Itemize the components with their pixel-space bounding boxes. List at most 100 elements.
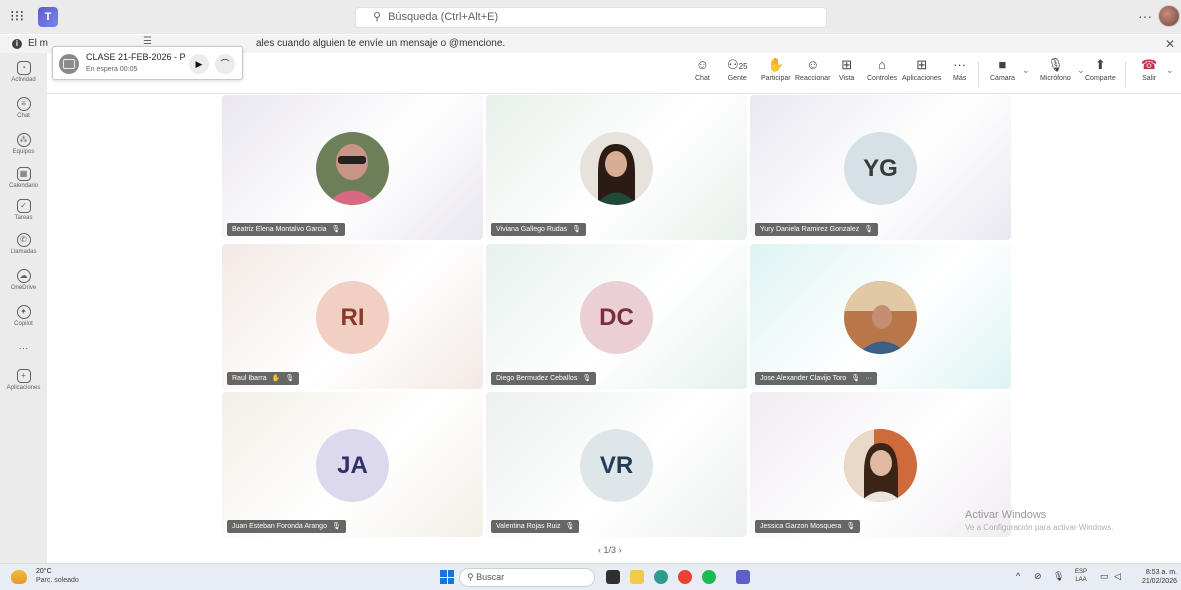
rail-item-calendar[interactable]: ▦ Calendario — [0, 167, 47, 189]
user-avatar[interactable] — [1158, 5, 1180, 27]
participant-tile[interactable]: JA Juan Esteban Foronda Arango 🎙 — [222, 392, 483, 537]
leave-options-chevron-icon[interactable]: ⌄ — [1166, 65, 1174, 76]
activation-watermark-title: Activar Windows — [965, 509, 1047, 521]
mic-tray-icon[interactable]: 🎙 — [1053, 571, 1064, 582]
toolbar-divider — [1125, 61, 1126, 87]
mic-off-icon: 🎙 — [1047, 57, 1064, 72]
rail-item-copilot[interactable]: ✦ Copilot — [0, 305, 47, 327]
rail-item-teams[interactable]: ⁂ Equipos — [0, 133, 47, 155]
language-indicator[interactable]: ESP LAA — [1075, 568, 1087, 584]
resume-button[interactable]: ▶ — [189, 54, 209, 74]
participant-initials-avatar: YG — [844, 132, 917, 205]
view-button[interactable]: ⊞ Vista — [839, 57, 854, 83]
mic-options-chevron-icon[interactable]: ⌄ — [1077, 65, 1085, 76]
teams-icon: ⁂ — [16, 133, 31, 147]
drag-handle-icon[interactable]: ☰ — [143, 36, 152, 47]
more-actions-button[interactable]: ··· Más — [953, 57, 967, 83]
bell-icon: ◔ — [16, 61, 31, 75]
rail-item-chat[interactable]: ≡ Chat — [0, 97, 47, 119]
more-options-button[interactable]: ··· — [1138, 8, 1152, 24]
search-icon: ⚲ — [373, 11, 382, 23]
smiley-icon: ☺ — [806, 57, 820, 72]
task-view-icon[interactable] — [606, 570, 620, 584]
chat-icon: ≡ — [16, 97, 31, 111]
meeting-avatar-icon — [59, 54, 79, 74]
mic-muted-icon: 🎙 — [285, 375, 295, 382]
taskbar-search-input[interactable]: ⚲ Buscar — [459, 568, 595, 587]
mic-muted-icon: 🎙 — [846, 523, 856, 530]
chat-button[interactable]: ☺ Chat — [695, 57, 710, 83]
start-menu-icon[interactable] — [440, 570, 454, 584]
participant-name-tag: Jose Alexander Clavijo Toro 🎙 ··· — [755, 372, 878, 385]
participant-initials-avatar: VR — [580, 429, 653, 502]
participant-name-tag: Diego Bermudez Ceballos 🎙 — [491, 372, 597, 385]
hold-call-status: En espera 00:05 — [86, 66, 138, 73]
rail-item-tasks[interactable]: ✓ Tareas — [0, 199, 47, 221]
gallery-pager[interactable]: ‹ 1/3 › — [598, 545, 622, 555]
rail-item-activity[interactable]: ◔ Actividad — [0, 61, 47, 83]
participant-tile[interactable]: Beatriz Elena Montalvo Garcia 🎙 — [222, 95, 483, 240]
participant-name-tag: Raul Ibarra ✋ 🎙 — [227, 372, 300, 385]
weather-temp[interactable]: 20°C — [36, 568, 52, 575]
controls-icon: ⌂ — [878, 57, 886, 72]
rail-item-apps[interactable]: + Aplicaciones — [0, 369, 47, 391]
apps-icon: + — [16, 369, 31, 383]
edge-browser-icon[interactable] — [654, 570, 668, 584]
participant-tile[interactable]: RI Raul Ibarra ✋ 🎙 — [222, 244, 483, 389]
spotify-icon[interactable] — [702, 570, 716, 584]
participant-photo — [844, 429, 917, 502]
chrome-browser-icon[interactable] — [678, 570, 692, 584]
camera-button[interactable]: ■ Cámara — [990, 57, 1015, 83]
react-button[interactable]: ☺ Reaccionar — [795, 57, 830, 83]
participant-initials-avatar: JA — [316, 429, 389, 502]
more-icon: ··· — [953, 57, 967, 72]
people-button[interactable]: ⚇25 Gente — [727, 58, 748, 83]
participant-initials-avatar: RI — [316, 281, 389, 354]
teams-taskbar-icon[interactable] — [736, 570, 750, 584]
rail-item-more[interactable]: ··· — [0, 343, 47, 354]
video-stage: Beatriz Elena Montalvo Garcia 🎙 Viviana G… — [47, 94, 1181, 563]
weather-status[interactable]: Parc. soleado — [36, 577, 79, 584]
display-icon[interactable]: ▭ — [1100, 571, 1109, 582]
participant-tile[interactable]: Jose Alexander Clavijo Toro 🎙 ··· — [750, 244, 1011, 389]
participant-tile[interactable]: Viviana Gallego Rudas 🎙 — [486, 95, 747, 240]
participant-photo — [844, 281, 917, 354]
apps-button[interactable]: ⊞ Aplicaciones — [902, 58, 941, 83]
title-bar: ⁝⁝⁝ T ⚲ Búsqueda (Ctrl+Alt+E) ··· — [0, 0, 1181, 34]
leave-button[interactable]: ☎ Salir — [1141, 58, 1157, 83]
chat-icon: ☺ — [695, 57, 710, 72]
rail-item-calls[interactable]: ✆ Llamadas — [0, 233, 47, 255]
tasks-icon: ✓ — [16, 199, 31, 213]
rail-item-onedrive[interactable]: ☁ OneDrive — [0, 269, 47, 291]
participant-tile[interactable]: DC Diego Bermudez Ceballos 🎙 — [486, 244, 747, 389]
network-icon[interactable]: ⊘ — [1034, 571, 1042, 582]
tray-chevron-icon[interactable]: ^ — [1016, 571, 1020, 581]
hand-icon: ✋ — [767, 57, 784, 72]
search-input[interactable]: ⚲ Búsqueda (Ctrl+Alt+E) — [355, 7, 827, 28]
mic-muted-icon: 🎙 — [851, 375, 861, 382]
controls-button[interactable]: ⌂ Controles — [867, 57, 897, 83]
mic-muted-icon: 🎙 — [565, 523, 575, 530]
end-call-button[interactable]: ⌒ — [215, 54, 235, 74]
mic-muted-icon: 🎙 — [864, 226, 874, 233]
volume-icon[interactable]: ◁ — [1114, 571, 1121, 582]
app-launcher-icon[interactable]: ⁝⁝⁝ — [8, 8, 26, 26]
system-clock[interactable]: 8:53 a. m. 21/02/2026 — [1137, 568, 1177, 586]
weather-icon[interactable] — [11, 570, 27, 584]
camera-options-chevron-icon[interactable]: ⌄ — [1022, 65, 1030, 76]
on-hold-call-card[interactable]: ☰ CLASE 21-FEB-2026 - P En espera 00:05 … — [52, 36, 243, 80]
participant-tile[interactable]: VR Valentina Rojas Ruiz 🎙 — [486, 392, 747, 537]
participant-tile[interactable]: YG Yury Daniela Ramirez Gonzalez 🎙 — [750, 95, 1011, 240]
mic-muted-icon: 🎙 — [331, 523, 341, 530]
grid-view-icon: ⊞ — [841, 57, 853, 72]
camera-off-icon: ■ — [998, 57, 1007, 72]
microphone-button[interactable]: 🎙 Micrófono — [1040, 57, 1071, 83]
file-explorer-icon[interactable] — [630, 570, 644, 584]
share-button[interactable]: ⬆ Comparte — [1085, 58, 1116, 83]
participant-name-tag: Yury Daniela Ramirez Gonzalez 🎙 — [755, 223, 879, 236]
calendar-icon: ▦ — [16, 167, 31, 181]
participant-name-tag: Valentina Rojas Ruiz 🎙 — [491, 520, 580, 533]
raise-hand-button[interactable]: ✋ Participar — [761, 57, 791, 83]
close-icon[interactable]: ✕ — [1165, 35, 1175, 53]
notification-lead: El m — [28, 38, 48, 49]
